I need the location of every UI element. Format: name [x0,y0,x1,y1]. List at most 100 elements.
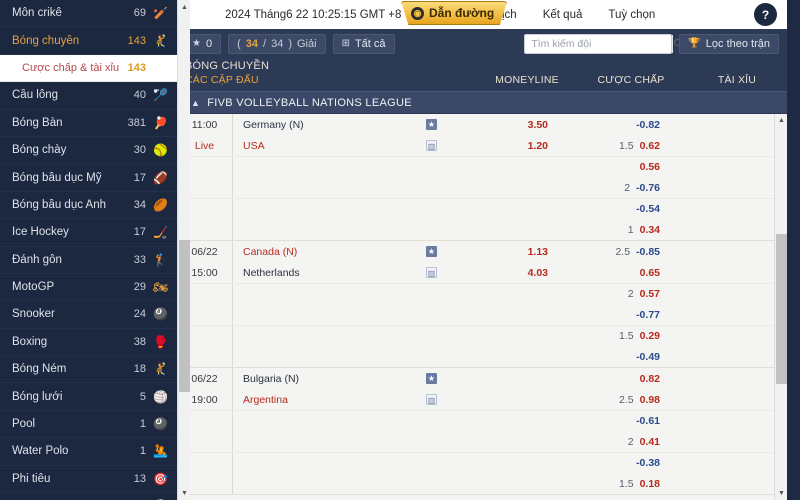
show-all-button[interactable]: ⊞ Tất cả [332,33,395,54]
team-name-cell[interactable]: Netherlands [233,262,426,283]
sidebar-scroll-down-arrow[interactable]: ▼ [178,486,191,500]
nav-link-options[interactable]: Tuỳ chọn [608,9,655,21]
odds-scrollbar[interactable]: ▲ ▼ [774,114,787,500]
sidebar-item-14[interactable]: Bóng lưới 5 🏐 [0,383,177,411]
odds-table: 11:00 Germany (N) ★ 3.50 -0.82 Live USA ▥ 1.20 1.… [177,114,774,500]
handicap-odds-cell[interactable]: 2 0.41 [562,431,674,452]
sidebar-item-3[interactable]: Cầu lông 40 🏸 [0,82,177,110]
favorites-count: 0 [205,37,213,50]
handicap-odds-cell[interactable]: 1.5 0.29 [562,326,674,346]
over-under-cell[interactable] [674,326,774,346]
sidebar-item-8[interactable]: Ice Hockey 17 🏒 [0,219,177,247]
match-filter-button[interactable]: 🏆 Lọc theo trận [679,33,779,54]
team-name-cell[interactable]: USA [233,135,426,156]
sidebar-scrollbar[interactable]: ▲ ▼ [177,0,190,500]
over-under-cell[interactable] [674,431,774,452]
odds-scroll-up-arrow[interactable]: ▲ [775,114,787,127]
moneyline-cell[interactable] [466,368,562,389]
guide-badge[interactable]: ◉ Dẫn đường [401,1,508,25]
leagues-suffix: Giải [297,37,317,50]
leagues-count-button[interactable]: ( 34 / 34 ) Giải [228,33,326,54]
sidebar-scroll-thumb[interactable] [179,240,190,392]
table-tennis-icon: 🏓 [153,115,168,130]
sidebar-item-11[interactable]: Snooker 24 🎱 [0,301,177,329]
moneyline-cell[interactable]: 4.03 [466,262,562,283]
moneyline-cell[interactable] [466,389,562,410]
over-under-cell[interactable] [674,389,774,410]
over-under-cell[interactable] [674,304,774,325]
handicap-odds-cell[interactable]: -0.54 [562,199,674,219]
over-under-cell[interactable] [674,241,774,262]
team-name-cell[interactable]: Argentina [233,389,426,410]
handicap-odds-cell[interactable]: -0.61 [562,411,674,431]
handicap-odds-cell[interactable]: 2 -0.76 [562,177,674,198]
handicap-odds-cell[interactable]: -0.49 [562,346,674,367]
stats-icon[interactable]: ▥ [426,394,437,405]
moneyline-cell[interactable]: 3.50 [466,114,562,135]
sidebar-item-2[interactable]: Cược chấp & tài xỉu 143 [0,54,177,83]
sidebar-item-4[interactable]: Bóng Bàn 381 🏓 [0,110,177,137]
paren-open: ( [237,37,241,50]
handicap-odds-cell[interactable]: 1 0.34 [562,219,674,240]
star-icon[interactable]: ★ [426,373,437,384]
sidebar-item-label: MotoGP [12,281,55,294]
team-search[interactable] [524,33,684,54]
handicap-odds-cell[interactable]: 2.5 0.98 [562,389,674,410]
sidebar-item-9[interactable]: Đánh gôn 33 🏌 [0,247,177,274]
help-button[interactable]: ? [754,3,777,26]
sidebar-item-18[interactable]: 1🏐 [0,493,177,500]
betting-app: Môn crikê 69 🏏 Bóng chuyền 143 🤾 Cược chấp & t… [0,0,800,500]
star-icon[interactable]: ★ [426,119,437,130]
sidebar-item-17[interactable]: Phi tiêu 13 🎯 [0,466,177,494]
handicap-odds-cell[interactable]: 1.5 0.18 [562,473,674,494]
league-header[interactable]: ▲ FIVB VOLLEYBALL NATIONS LEAGUE [177,91,787,114]
sidebar-item-12[interactable]: Boxing 38 🥊 [0,329,177,357]
over-under-cell[interactable] [674,284,774,304]
over-under-cell[interactable] [674,411,774,431]
handicap-odds-cell[interactable]: 2.5 -0.85 [562,241,674,262]
star-icon[interactable]: ★ [426,246,437,257]
handicap-odds-cell[interactable]: 1.5 0.62 [562,135,674,156]
moneyline-cell[interactable]: 1.13 [466,241,562,262]
over-under-cell[interactable] [674,473,774,494]
sidebar-item-15[interactable]: Pool 1 🎱 [0,411,177,439]
odds-scroll-down-arrow[interactable]: ▼ [775,487,787,500]
sidebar-item-7[interactable]: Bóng bầu dục Anh 34 🏉 [0,192,177,220]
handicap-odds-cell[interactable]: 0.56 [562,157,674,177]
handicap-odds-cell[interactable]: 0.82 [562,368,674,389]
handicap-odds-cell[interactable]: -0.38 [562,453,674,473]
sidebar-item-6[interactable]: Bóng bầu dục Mỹ 17 🏈 [0,164,177,192]
over-under-cell[interactable] [674,368,774,389]
handicap-odds-cell[interactable]: 0.65 [562,262,674,283]
team-name-cell[interactable]: Bulgaria (N) [233,368,426,389]
handicap-odds-cell[interactable]: -0.77 [562,304,674,325]
moneyline-cell [466,326,562,346]
over-under-cell[interactable] [674,135,774,156]
over-under-cell[interactable] [674,219,774,240]
chevron-up-icon[interactable]: ▲ [191,98,200,108]
sidebar-item-1[interactable]: Bóng chuyền 143 🤾 [0,27,177,55]
over-under-cell[interactable] [674,114,774,135]
sidebar-item-16[interactable]: Water Polo 1 🤽 [0,438,177,466]
search-input[interactable] [525,34,673,53]
stats-icon[interactable]: ▥ [426,140,437,151]
odds-scroll-thumb[interactable] [776,234,787,384]
handicap-odds-cell[interactable]: 2 0.57 [562,284,674,304]
over-under-cell[interactable] [674,177,774,198]
sidebar-item-10[interactable]: MotoGP 29 🏍 [0,274,177,302]
team-name-cell[interactable]: Germany (N) [233,114,426,135]
sidebar-item-5[interactable]: Bóng chày 30 🥎 [0,137,177,165]
over-under-cell[interactable] [674,453,774,473]
team-name-cell[interactable]: Canada (N) [233,241,426,262]
over-under-cell[interactable] [674,199,774,219]
over-under-cell[interactable] [674,262,774,283]
over-under-cell[interactable] [674,346,774,367]
sidebar-scroll-up-arrow[interactable]: ▲ [178,0,191,14]
moneyline-cell[interactable]: 1.20 [466,135,562,156]
sidebar-item-0[interactable]: Môn crikê 69 🏏 [0,0,177,28]
handicap-odds-cell[interactable]: -0.82 [562,114,674,135]
stats-icon[interactable]: ▥ [426,267,437,278]
nav-link-results[interactable]: Kết quả [543,9,583,21]
sidebar-item-13[interactable]: Bóng Ném 18 🤾 [0,356,177,384]
over-under-cell[interactable] [674,157,774,177]
